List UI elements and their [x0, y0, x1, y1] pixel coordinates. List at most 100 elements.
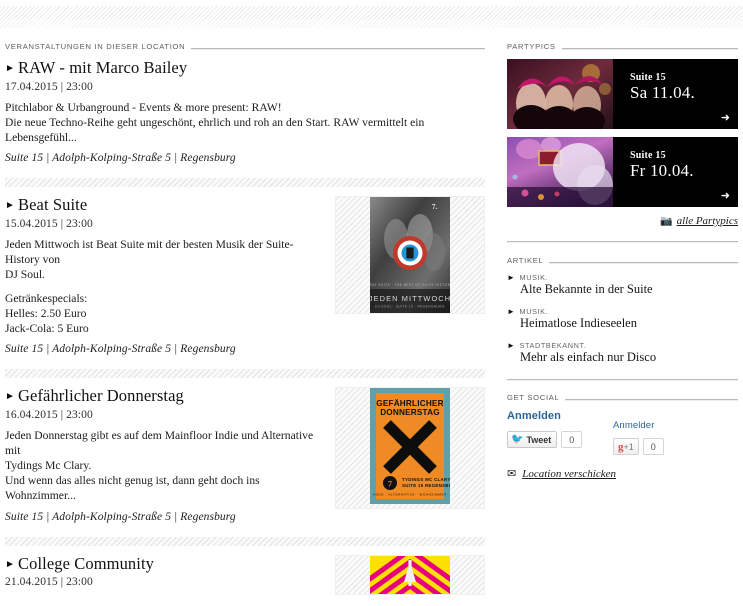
articles-section-label: ARTIKEL — [507, 256, 543, 265]
header-rule — [191, 48, 485, 50]
twitter-bird-icon: 🐦 — [511, 434, 523, 445]
header-rule — [565, 399, 738, 401]
event-description: Jeden Mittwoch ist Beat Suite mit der be… — [5, 238, 325, 336]
triangle-right-icon: ► — [507, 307, 516, 316]
arrow-right-icon[interactable]: ➜ — [721, 113, 730, 124]
svg-text:JEDEN MITTWOCH: JEDEN MITTWOCH — [370, 294, 450, 303]
event-thumbnail-image[interactable]: GEFÄHRLICHER DONNERSTAG 7 TYDINGS MC CLA… — [370, 388, 450, 504]
event-desc-line: DJ Soul. — [5, 268, 325, 283]
tweet-button[interactable]: 🐦Tweet — [507, 431, 557, 448]
event-item[interactable]: ►Gefährlicher Donnerstag 16.04.2015 | 23… — [5, 387, 485, 532]
partypic-date: Sa 11.04. — [630, 84, 738, 103]
event-desc-line: Tydings Mc Clary. — [5, 459, 325, 474]
twitter-block: Anmelden 🐦Tweet 0 — [507, 410, 603, 448]
articles-section-header: ARTIKEL — [507, 256, 738, 265]
partypic-photo — [507, 59, 613, 129]
event-thumbnail-frame[interactable]: GEFÄHRLICHER DONNERSTAG 7 TYDINGS MC CLA… — [335, 387, 485, 509]
article-title[interactable]: Alte Bekannte in der Suite — [520, 282, 738, 297]
svg-text:DONNERSTAG: DONNERSTAG — [380, 408, 440, 417]
event-title[interactable]: ►College Community — [5, 555, 325, 574]
tweet-button-label: Tweet — [526, 435, 551, 445]
event-text: ►Beat Suite 15.04.2015 | 23:00 Jeden Mit… — [5, 196, 335, 355]
article-category-text: MUSIK. — [520, 273, 549, 282]
partypic-venue: Suite 15 — [630, 150, 738, 161]
twitter-button-group: 🐦Tweet 0 — [507, 431, 603, 448]
event-desc-line: Jack-Cola: 5 Euro — [5, 322, 325, 337]
event-item[interactable]: ►Beat Suite 15.04.2015 | 23:00 Jeden Mit… — [5, 196, 485, 365]
event-desc-line: Helles: 2.50 Euro — [5, 307, 325, 322]
events-section-label: VERANSTALTUNGEN IN DIESER LOCATION — [5, 42, 185, 51]
triangle-right-icon: ► — [5, 63, 15, 74]
triangle-right-icon: ► — [5, 200, 15, 211]
event-date: 17.04.2015 | 23:00 — [5, 81, 475, 93]
event-desc-line: Getränkespecials: — [5, 292, 325, 307]
header-rule — [562, 48, 738, 50]
triangle-right-icon: ► — [5, 559, 15, 570]
event-item[interactable]: ►College Community 21.04.2015 | 23:00 — [5, 555, 485, 606]
social-section-label: GET SOCIAL — [507, 393, 559, 402]
partypic-venue: Suite 15 — [630, 72, 738, 83]
event-location[interactable]: Suite 15 | Adolph-Kolping-Straße 5 | Reg… — [5, 511, 325, 523]
article-item[interactable]: ►STADTBEKANNT. Mehr als einfach nur Disc… — [507, 341, 738, 365]
top-hatch-band-secondary — [0, 20, 743, 28]
google-block: Anmelder g+1 0 — [613, 410, 709, 455]
event-desc-line: Jeden Donnerstag gibt es auf dem Mainflo… — [5, 429, 325, 459]
article-item[interactable]: ► MUSIK. Heimatlose Indieseelen — [507, 307, 738, 331]
events-section-header: VERANSTALTUNGEN IN DIESER LOCATION — [5, 42, 485, 51]
article-title[interactable]: Mehr als einfach nur Disco — [520, 350, 738, 365]
event-description: Jeden Donnerstag gibt es auf dem Mainflo… — [5, 429, 325, 503]
partypic-photo — [507, 137, 613, 207]
article-item[interactable]: ►MUSIK. Alte Bekannte in der Suite — [507, 273, 738, 297]
event-desc-line: Und wenn das alles nicht genug ist, dann… — [5, 474, 325, 504]
svg-text:TYDINGS MC CLARY: TYDINGS MC CLARY — [402, 477, 450, 482]
event-text: ►Gefährlicher Donnerstag 16.04.2015 | 23… — [5, 387, 335, 522]
article-title[interactable]: Heimatlose Indieseelen — [520, 316, 738, 331]
article-category: ►STADTBEKANNT. — [507, 341, 738, 350]
sidebar-divider — [507, 241, 738, 243]
partypics-section-label: PARTYPICS — [507, 42, 556, 51]
partypic-date: Fr 10.04. — [630, 162, 738, 181]
article-category-text: MUSIK. — [520, 307, 549, 316]
article-category: ► MUSIK. — [507, 307, 738, 316]
partypic-meta: Suite 15 Sa 11.04. ➜ — [613, 59, 738, 129]
arrow-right-icon[interactable]: ➜ — [721, 191, 730, 202]
top-hatch-band — [0, 6, 743, 20]
event-date: 16.04.2015 | 23:00 — [5, 409, 325, 421]
svg-text:INDIE · ALTERNATIVE · WOHNZIMM: INDIE · ALTERNATIVE · WOHNZIMMER — [373, 493, 447, 497]
triangle-right-icon: ► — [5, 391, 15, 402]
tweet-count: 0 — [561, 431, 582, 448]
event-thumbnail-frame[interactable]: JEDEN MITTWOCH DJ SOUL · SUITE 15 · REGE… — [335, 196, 485, 314]
event-date: 15.04.2015 | 23:00 — [5, 218, 325, 230]
event-thumbnail-image[interactable]: JEDEN MITTWOCH DJ SOUL · SUITE 15 · REGE… — [370, 197, 450, 313]
send-location-row: ✉Location verschicken — [507, 467, 738, 480]
send-location-link[interactable]: Location verschicken — [522, 468, 616, 480]
event-divider — [5, 369, 485, 378]
google-label: Anmelder — [613, 420, 709, 431]
event-desc-line: Pitchlabor & Urbanground - Events & more… — [5, 101, 475, 116]
partypic-card[interactable]: Suite 15 Sa 11.04. ➜ — [507, 59, 738, 129]
social-section-header: GET SOCIAL — [507, 393, 738, 402]
event-location[interactable]: Suite 15 | Adolph-Kolping-Straße 5 | Reg… — [5, 152, 475, 164]
sidebar-column: PARTYPICS — [507, 42, 738, 480]
event-title[interactable]: ►Gefährlicher Donnerstag — [5, 387, 325, 406]
google-plus-one-button[interactable]: g+1 — [613, 438, 639, 455]
sidebar-divider — [507, 379, 738, 381]
event-divider — [5, 178, 485, 187]
event-title[interactable]: ►Beat Suite — [5, 196, 325, 215]
event-location[interactable]: Suite 15 | Adolph-Kolping-Straße 5 | Reg… — [5, 343, 325, 355]
event-description: Pitchlabor & Urbanground - Events & more… — [5, 101, 475, 145]
svg-text:DJ SOUL · SUITE 15 · REGENSBUR: DJ SOUL · SUITE 15 · REGENSBURG — [375, 305, 445, 309]
event-desc-line: Die neue Techno-Reihe geht ungeschönt, e… — [5, 116, 475, 146]
event-thumbnail-image[interactable] — [370, 556, 450, 595]
event-text: ►RAW - mit Marco Bailey 17.04.2015 | 23:… — [5, 59, 485, 164]
event-title[interactable]: ►RAW - mit Marco Bailey — [5, 59, 475, 78]
event-item[interactable]: ►RAW - mit Marco Bailey 17.04.2015 | 23:… — [5, 59, 485, 174]
event-thumbnail-frame[interactable] — [335, 555, 485, 595]
svg-text:GEFÄHRLICHER: GEFÄHRLICHER — [376, 398, 443, 408]
google-plus-one-label: +1 — [624, 442, 634, 452]
partypic-card[interactable]: Suite 15 Fr 10.04. ➜ — [507, 137, 738, 207]
google-plus-one-count: 0 — [643, 438, 664, 455]
event-title-text: Gefährlicher Donnerstag — [18, 386, 184, 405]
all-partypics-link[interactable]: alle Partypics — [677, 215, 738, 227]
event-desc-line: Jeden Mittwoch ist Beat Suite mit der be… — [5, 238, 325, 268]
